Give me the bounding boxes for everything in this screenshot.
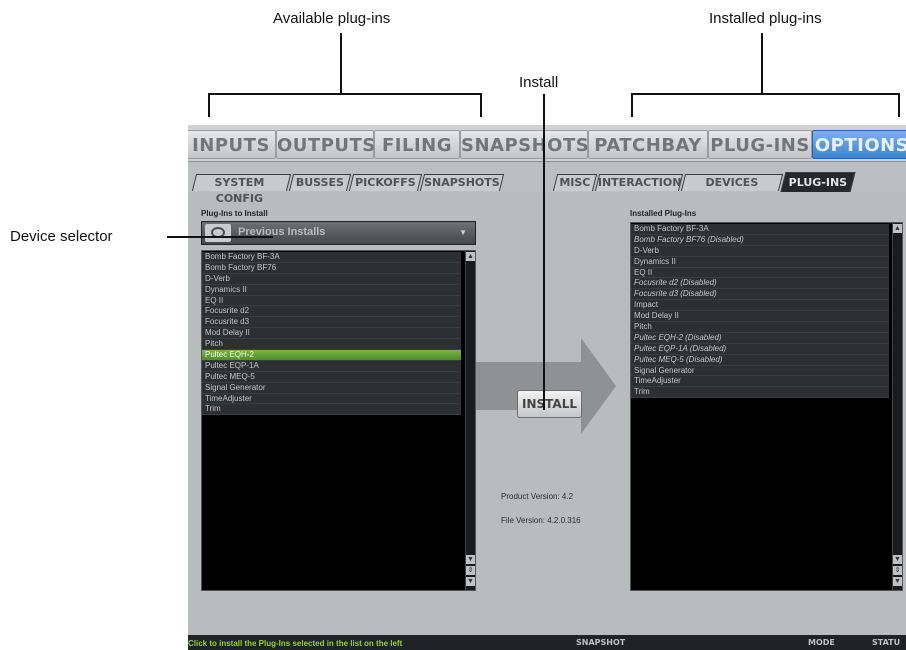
scroll-down-button[interactable]: ▼ [893,555,902,564]
list-item[interactable]: Dynamics II [631,256,889,268]
annotation-install: Install [519,74,559,91]
right-panel-title: Installed Plug-Ins [630,209,697,218]
install-arrow [476,338,616,434]
file-version: File Version: 4.2.0.316 [501,516,581,525]
scroll-end-button[interactable]: ▼ [466,577,475,586]
list-item[interactable]: Focusrite d3 [202,317,461,329]
list-item[interactable]: Impact [631,300,889,312]
product-version: Product Version: 4.2 [501,492,574,501]
subtab-pickoffs[interactable]: PICKOFFS [348,174,423,191]
options-window: INPUTS OUTPUTS FILING SNAPSHOTS PATCHBAY… [188,125,906,650]
scroll-page-button[interactable]: ⇕ [466,566,475,575]
subtab-label: MISC [559,176,591,189]
subtab-snapshots[interactable]: SNAPSHOTS [419,174,505,191]
list-item[interactable]: Pultec EQP-1A (Disabled) [631,343,889,355]
status-bar: Click to install the Plug-Ins selected i… [188,635,906,650]
list-rows: Bomb Factory BF-3A Bomb Factory BF76 (Dis… [631,224,889,399]
tab-options[interactable]: OPTIONS [812,130,906,159]
list-item[interactable]: Pitch [202,339,461,351]
status-label: STATU [872,638,901,647]
list-item[interactable]: Bomb Factory BF-3A [631,224,889,235]
list-item[interactable]: Pultec MEQ-5 [202,371,461,383]
subtab-plug-ins[interactable]: PLUG-INS [780,172,856,192]
subtab-label: PLUG-INS [788,176,848,189]
snapshot-label: SNAPSHOT [576,638,626,647]
subtab-system-config[interactable]: SYSTEM CONFIG [191,174,292,205]
annotation-device-selector: Device selector [10,228,113,245]
callout-line [543,94,545,410]
list-item[interactable]: Focusrite d2 (Disabled) [631,278,889,290]
list-item[interactable]: Pitch [631,322,889,333]
status-message: Click to install the Plug-Ins selected i… [188,639,403,648]
annotation-installed-plugins: Installed plug-ins [709,10,822,27]
subtab-label: SNAPSHOTS [424,176,500,189]
list-item[interactable]: Signal Generator [631,365,889,377]
list-item[interactable]: D-Verb [202,273,461,285]
list-item[interactable]: Trim [202,404,461,416]
list-item[interactable]: Bomb Factory BF-3A [202,252,461,263]
tab-patchbay[interactable]: PATCHBAY [588,130,708,159]
callout-line [208,93,210,117]
callout-line [761,33,763,93]
main-tab-bar: INPUTS OUTPUTS FILING SNAPSHOTS PATCHBAY… [188,125,906,162]
callout-line [340,33,342,93]
subtab-busses[interactable]: BUSSES [288,174,352,191]
list-item[interactable]: Bomb Factory BF76 (Disabled) [631,234,889,246]
left-panel-title: Plug-Ins to Install [201,209,268,218]
list-item[interactable]: Focusrite d2 [202,306,461,318]
scroll-page-button[interactable]: ⇕ [893,566,902,575]
scroll-up-button[interactable]: ▲ [893,224,902,233]
tab-outputs[interactable]: OUTPUTS [276,130,375,159]
sub-tab-bar: SYSTEM CONFIG BUSSES PICKOFFS SNAPSHOTS … [188,162,906,205]
scroll-end-button[interactable]: ▼ [893,577,902,586]
list-item[interactable]: EQ II [631,267,889,279]
subtab-label: DEVICES [705,176,759,189]
subtab-devices[interactable]: DEVICES [680,174,784,191]
list-item[interactable]: Trim [631,387,889,399]
callout-line [167,236,273,238]
subtab-interaction[interactable]: INTERACTION [594,174,684,191]
list-item[interactable]: Mod Delay II [631,311,889,323]
subtab-label: SYSTEM CONFIG [214,176,265,205]
list-item[interactable]: Pultec EQH-2 [202,350,461,361]
list-item[interactable]: EQ II [202,295,461,307]
install-button[interactable]: INSTALL [517,390,582,418]
list-item[interactable]: Pultec EQH-2 (Disabled) [631,332,889,344]
list-rows: Bomb Factory BF-3A Bomb Factory BF76 D-Ver… [202,252,461,416]
tab-plug-ins[interactable]: PLUG-INS [708,130,812,159]
list-item[interactable]: Signal Generator [202,382,461,394]
list-item[interactable]: D-Verb [631,245,889,257]
scrollbar[interactable]: ▲ ▼ ⇕ ▼ [892,223,902,590]
disk-icon [205,224,231,242]
scroll-down-button[interactable]: ▼ [466,555,475,564]
list-item[interactable]: Mod Delay II [202,328,461,340]
scroll-up-button[interactable]: ▲ [466,252,475,261]
callout-line [208,93,482,95]
list-item[interactable]: Pultec MEQ-5 (Disabled) [631,354,889,366]
available-plugins-list[interactable]: Bomb Factory BF-3A Bomb Factory BF76 D-Ver… [201,250,476,591]
callout-line [631,93,900,95]
installed-plugins-list[interactable]: Bomb Factory BF-3A Bomb Factory BF76 (Dis… [630,222,903,591]
scrollbar[interactable]: ▲ ▼ ⇕ ▼ [465,251,475,590]
mode-label: MODE [808,638,835,647]
list-item[interactable]: Bomb Factory BF76 [202,262,461,274]
list-item[interactable]: TimeAdjuster [202,393,461,405]
device-selector[interactable]: Previous Installs ▼ [201,221,476,245]
tab-filing[interactable]: FILING [374,130,460,159]
subtab-label: PICKOFFS [355,176,416,189]
callout-line [631,93,633,117]
list-item[interactable]: TimeAdjuster [631,376,889,388]
tab-snapshots[interactable]: SNAPSHOTS [460,130,589,159]
subtab-label: INTERACTION [597,176,682,189]
chevron-down-icon: ▼ [459,228,467,237]
annotation-available-plugins: Available plug-ins [273,10,391,27]
callout-line [480,93,482,117]
list-item[interactable]: Pultec EQP-1A [202,360,461,372]
list-item[interactable]: Dynamics II [202,284,461,296]
subtab-label: BUSSES [295,176,344,189]
tab-inputs[interactable]: INPUTS [188,130,276,159]
callout-line [898,93,900,117]
subtab-misc[interactable]: MISC [552,174,598,191]
list-item[interactable]: Focusrite d3 (Disabled) [631,289,889,301]
